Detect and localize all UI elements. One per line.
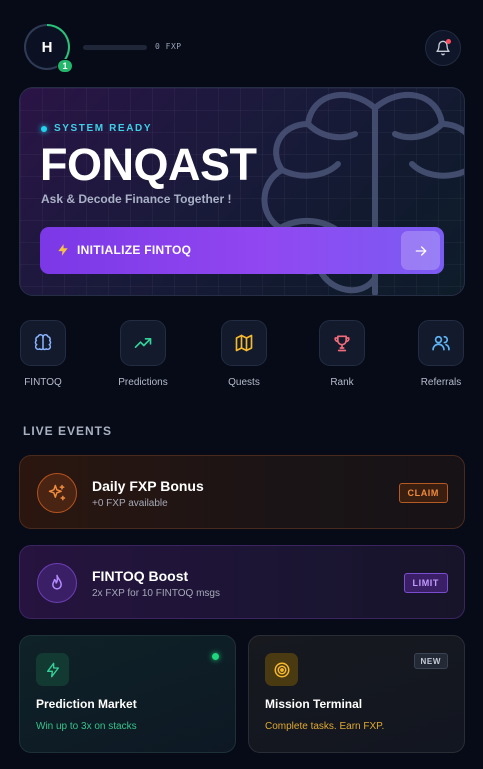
nav-icon-box <box>20 320 66 366</box>
cta-arrow-button[interactable] <box>401 231 440 270</box>
limit-badge[interactable]: LIMIT <box>403 573 448 593</box>
system-status: SYSTEM READY <box>41 123 152 134</box>
target-icon <box>274 662 289 677</box>
level-badge: 1 <box>57 59 73 73</box>
event-subtitle: +0 FXP available <box>92 498 168 509</box>
nav-label: Quests <box>228 377 260 388</box>
notification-dot <box>446 39 451 44</box>
event-subtitle: 2x FXP for 10 FINTOQ msgs <box>92 588 220 599</box>
live-indicator-dot <box>212 653 219 660</box>
notifications-button[interactable] <box>425 30 461 66</box>
lightning-icon <box>58 244 68 256</box>
brain-icon <box>34 333 52 351</box>
cta-label: INITIALIZE FINTOQ <box>77 243 192 257</box>
hero-title: FONQAST <box>40 139 257 190</box>
arrow-right-icon <box>415 245 426 256</box>
new-badge: NEW <box>413 653 448 669</box>
tile-title: Prediction Market <box>36 697 137 711</box>
nav-label: Rank <box>330 377 354 388</box>
event-icon-circle <box>37 473 77 513</box>
fintoq-boost-card[interactable]: FINTOQ Boost 2x FXP for 10 FINTOQ msgs L… <box>19 545 465 619</box>
nav-icon-box <box>120 320 166 366</box>
initialize-fintoq-button[interactable]: INITIALIZE FINTOQ <box>40 227 444 274</box>
top-bar: H 1 0 FXP <box>0 0 483 90</box>
nav-item-fintoq[interactable]: FINTOQ <box>8 320 78 388</box>
tile-title: Mission Terminal <box>265 697 363 711</box>
trending-up-icon <box>134 338 152 348</box>
nav-item-predictions[interactable]: Predictions <box>108 320 178 388</box>
tile-subtitle: Win up to 3x on stacks <box>36 721 137 732</box>
xp-amount: 0 FXP <box>155 42 182 51</box>
event-title: Daily FXP Bonus <box>92 478 204 494</box>
nav-icon-box <box>319 320 365 366</box>
nav-item-quests[interactable]: Quests <box>209 320 279 388</box>
nav-label: FINTOQ <box>24 377 62 388</box>
tile-icon-box <box>36 653 69 686</box>
lightning-icon <box>46 662 59 677</box>
hero-card: SYSTEM READY FONQAST Ask & Decode Financ… <box>19 87 465 296</box>
xp-progress-bar <box>83 45 147 50</box>
nav-icon-box <box>221 320 267 366</box>
nav-label: Referrals <box>420 377 462 388</box>
claim-button[interactable]: CLAIM <box>398 483 448 503</box>
status-text: SYSTEM READY <box>54 123 153 134</box>
tile-subtitle: Complete tasks. Earn FXP. <box>265 721 385 732</box>
sparkles-icon <box>48 484 66 501</box>
nav-item-rank[interactable]: Rank <box>307 320 377 388</box>
hero-subtitle: Ask & Decode Finance Together ! <box>41 192 232 206</box>
tile-icon-box <box>265 653 298 686</box>
live-events-heading: LIVE EVENTS <box>23 424 113 438</box>
event-icon-circle <box>37 563 77 603</box>
nav-label: Predictions <box>118 377 168 388</box>
users-icon <box>432 335 450 351</box>
flame-icon <box>52 574 62 590</box>
mission-terminal-card[interactable]: NEW Mission Terminal Complete tasks. Ear… <box>248 635 465 753</box>
status-dot <box>41 125 47 132</box>
nav-icon-box <box>418 320 464 366</box>
map-icon <box>235 334 253 352</box>
event-title: FINTOQ Boost <box>92 568 189 584</box>
prediction-market-card[interactable]: Prediction Market Win up to 3x on stacks <box>19 635 236 753</box>
nav-item-referrals[interactable]: Referrals <box>406 320 476 388</box>
trophy-icon <box>334 335 350 352</box>
daily-fxp-bonus-card[interactable]: Daily FXP Bonus +0 FXP available CLAIM <box>19 455 465 529</box>
